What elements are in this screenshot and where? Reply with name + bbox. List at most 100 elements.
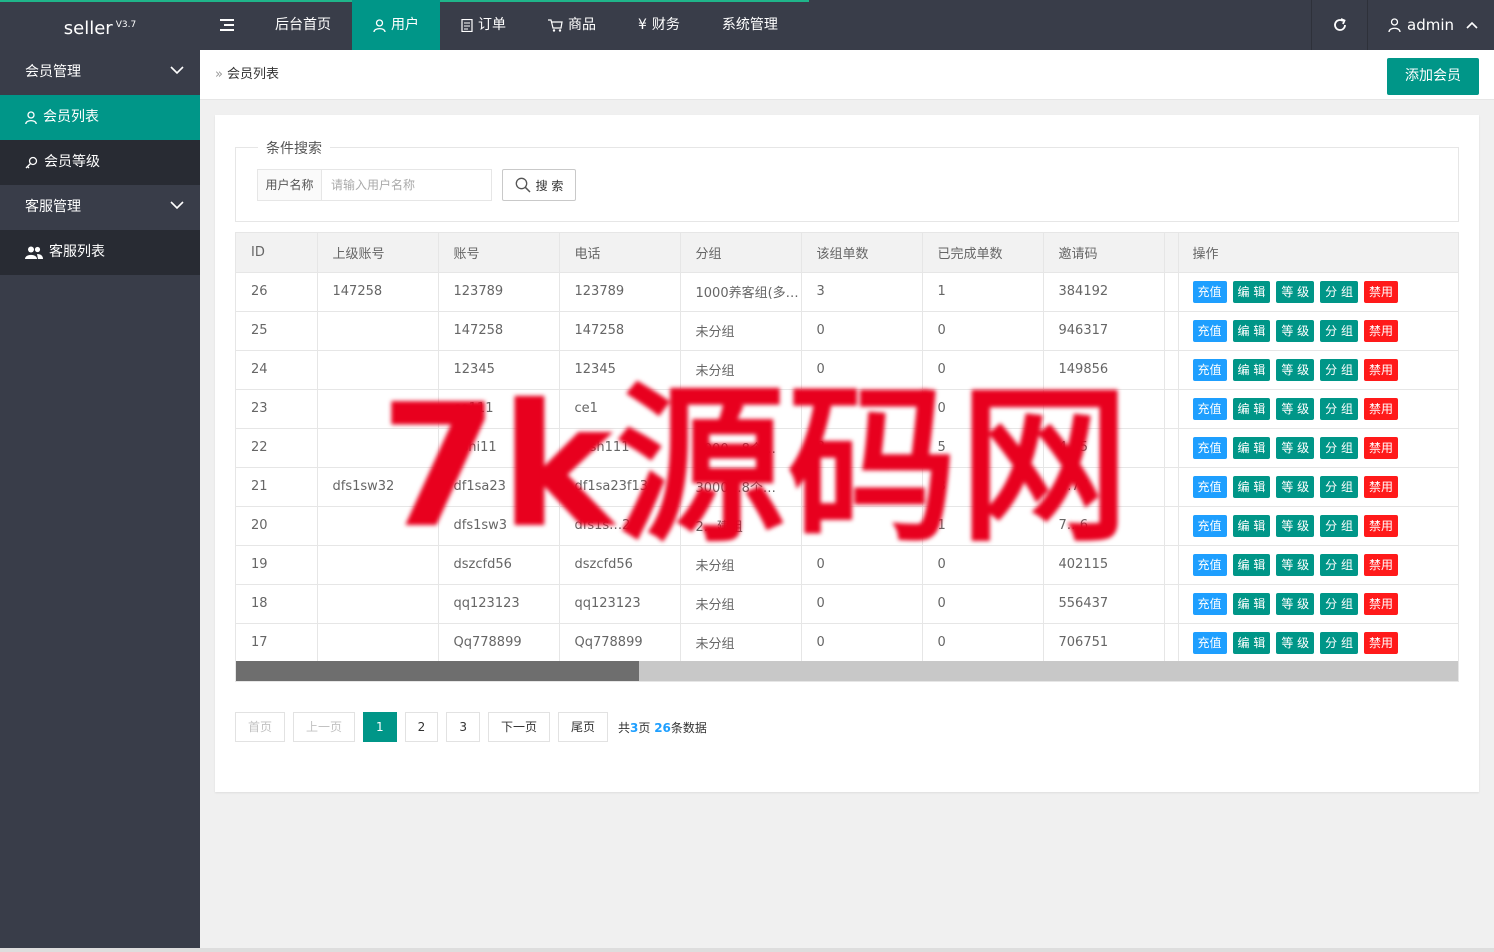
menu-toggle-icon[interactable]: [200, 0, 254, 50]
ban-button[interactable]: 禁用: [1364, 475, 1399, 498]
ban-button[interactable]: 禁用: [1364, 553, 1399, 576]
ban-button[interactable]: 禁用: [1364, 631, 1399, 654]
nav-finance[interactable]: ¥ 财务: [617, 0, 701, 50]
group-button[interactable]: 分 组: [1320, 514, 1358, 537]
table-row: 22 eshi11 cesh111 3000…8个… 8 5 4…5 充值编 辑等 级分 组禁…: [236, 428, 1458, 468]
page-1-button[interactable]: 1: [363, 712, 397, 742]
group-button[interactable]: 分 组: [1320, 475, 1358, 498]
sidebar-group-members[interactable]: 会员管理: [0, 50, 200, 95]
last-page-button[interactable]: 尾页: [557, 712, 608, 742]
app-version: V3.7: [115, 20, 137, 30]
level-button[interactable]: 等 级: [1276, 553, 1315, 576]
table-cell: dfs1sw32: [317, 467, 439, 507]
level-button[interactable]: 等 级: [1276, 592, 1315, 615]
table-cell: 12345: [559, 350, 681, 390]
recharge-button[interactable]: 充值: [1192, 475, 1227, 498]
table-cell: dszcfd56: [559, 545, 681, 585]
app-logo[interactable]: seller V3.7: [0, 0, 200, 50]
table-cell: [317, 623, 439, 663]
horizontal-scrollbar[interactable]: [236, 661, 1458, 681]
level-button[interactable]: 等 级: [1276, 631, 1315, 654]
recharge-button[interactable]: 充值: [1192, 397, 1227, 420]
group-button[interactable]: 分 组: [1320, 436, 1358, 459]
ban-button[interactable]: 禁用: [1364, 397, 1399, 420]
page-3-button[interactable]: 3: [446, 712, 480, 742]
add-member-button[interactable]: 添加会员: [1387, 58, 1479, 95]
search-button[interactable]: 搜 索: [502, 169, 576, 201]
edit-button[interactable]: 编 辑: [1232, 319, 1271, 342]
table-cell: cesh111: [559, 428, 681, 468]
ban-button[interactable]: 禁用: [1364, 319, 1399, 342]
nav-orders[interactable]: 订单: [440, 0, 527, 50]
ban-button[interactable]: 禁用: [1364, 514, 1399, 537]
group-button[interactable]: 分 组: [1320, 592, 1358, 615]
column-header: 操作: [1178, 233, 1458, 273]
page-2-button[interactable]: 2: [404, 712, 439, 742]
recharge-button[interactable]: 充值: [1192, 592, 1227, 615]
column-header: 已完成单数: [922, 233, 1044, 273]
next-page-button[interactable]: 下一页: [487, 712, 550, 742]
ban-button[interactable]: 禁用: [1364, 592, 1399, 615]
scrollbar-thumb[interactable]: [236, 661, 639, 681]
table-cell: 22: [236, 428, 318, 468]
sidebar-item-service-list[interactable]: 客服列表: [0, 230, 200, 275]
table-row: 25 147258 147258 未分组 0 0 946317 充值编 辑等 级分 组禁用: [236, 311, 1458, 351]
edit-button[interactable]: 编 辑: [1232, 397, 1271, 420]
level-button[interactable]: 等 级: [1276, 319, 1315, 342]
sidebar-item-member-list[interactable]: 会员列表: [0, 95, 200, 140]
ban-button[interactable]: 禁用: [1364, 436, 1399, 459]
row-actions: 充值编 辑等 级分 组禁用: [1178, 272, 1458, 312]
recharge-button[interactable]: 充值: [1192, 358, 1227, 381]
row-actions: 充值编 辑等 级分 组禁用: [1178, 389, 1458, 429]
edit-button[interactable]: 编 辑: [1232, 592, 1271, 615]
user-menu[interactable]: admin: [1367, 0, 1494, 50]
username-search-input[interactable]: [322, 169, 492, 201]
recharge-button[interactable]: 充值: [1192, 553, 1227, 576]
level-button[interactable]: 等 级: [1276, 436, 1315, 459]
recharge-button[interactable]: 充值: [1192, 631, 1227, 654]
ban-button[interactable]: 禁用: [1364, 358, 1399, 381]
ban-button[interactable]: 禁用: [1364, 280, 1399, 303]
double-chevron-icon: »: [215, 67, 223, 82]
level-button[interactable]: 等 级: [1276, 280, 1315, 303]
edit-button[interactable]: 编 辑: [1232, 631, 1271, 654]
sidebar-group-service[interactable]: 客服管理: [0, 185, 200, 230]
table-cell: 149856: [1043, 350, 1165, 390]
edit-button[interactable]: 编 辑: [1232, 475, 1271, 498]
recharge-button[interactable]: 充值: [1192, 514, 1227, 537]
group-button[interactable]: 分 组: [1320, 397, 1358, 420]
group-button[interactable]: 分 组: [1320, 319, 1358, 342]
edit-button[interactable]: 编 辑: [1232, 358, 1271, 381]
level-button[interactable]: 等 级: [1276, 475, 1315, 498]
first-page-button[interactable]: 首页: [235, 712, 286, 742]
nav-home[interactable]: 后台首页: [254, 0, 352, 50]
level-button[interactable]: 等 级: [1276, 397, 1315, 420]
edit-button[interactable]: 编 辑: [1232, 280, 1271, 303]
group-button[interactable]: 分 组: [1320, 358, 1358, 381]
table-cell: 0: [801, 545, 923, 585]
edit-button[interactable]: 编 辑: [1232, 436, 1271, 459]
group-button[interactable]: 分 组: [1320, 280, 1358, 303]
level-button[interactable]: 等 级: [1276, 514, 1315, 537]
table-cell: 未分组: [680, 584, 802, 624]
prev-page-button[interactable]: 上一页: [293, 712, 356, 742]
search-legend: 条件搜索: [258, 138, 330, 158]
nav-system[interactable]: 系统管理: [701, 0, 799, 50]
row-actions: 充值编 辑等 级分 组禁用: [1178, 584, 1458, 624]
edit-button[interactable]: 编 辑: [1232, 514, 1271, 537]
column-header: 邀请码: [1043, 233, 1165, 273]
group-button[interactable]: 分 组: [1320, 631, 1358, 654]
table-cell: 1: [922, 506, 1044, 546]
nav-products[interactable]: 商品: [527, 0, 617, 50]
edit-button[interactable]: 编 辑: [1232, 553, 1271, 576]
recharge-button[interactable]: 充值: [1192, 319, 1227, 342]
recharge-button[interactable]: 充值: [1192, 436, 1227, 459]
group-button[interactable]: 分 组: [1320, 553, 1358, 576]
nav-users[interactable]: 用户: [352, 0, 440, 50]
table-cell: 0: [801, 623, 923, 663]
refresh-icon[interactable]: [1311, 0, 1367, 50]
table-cell: ce1: [559, 389, 681, 429]
recharge-button[interactable]: 充值: [1192, 280, 1227, 303]
level-button[interactable]: 等 级: [1276, 358, 1315, 381]
sidebar-item-member-level[interactable]: 会员等级: [0, 140, 200, 185]
